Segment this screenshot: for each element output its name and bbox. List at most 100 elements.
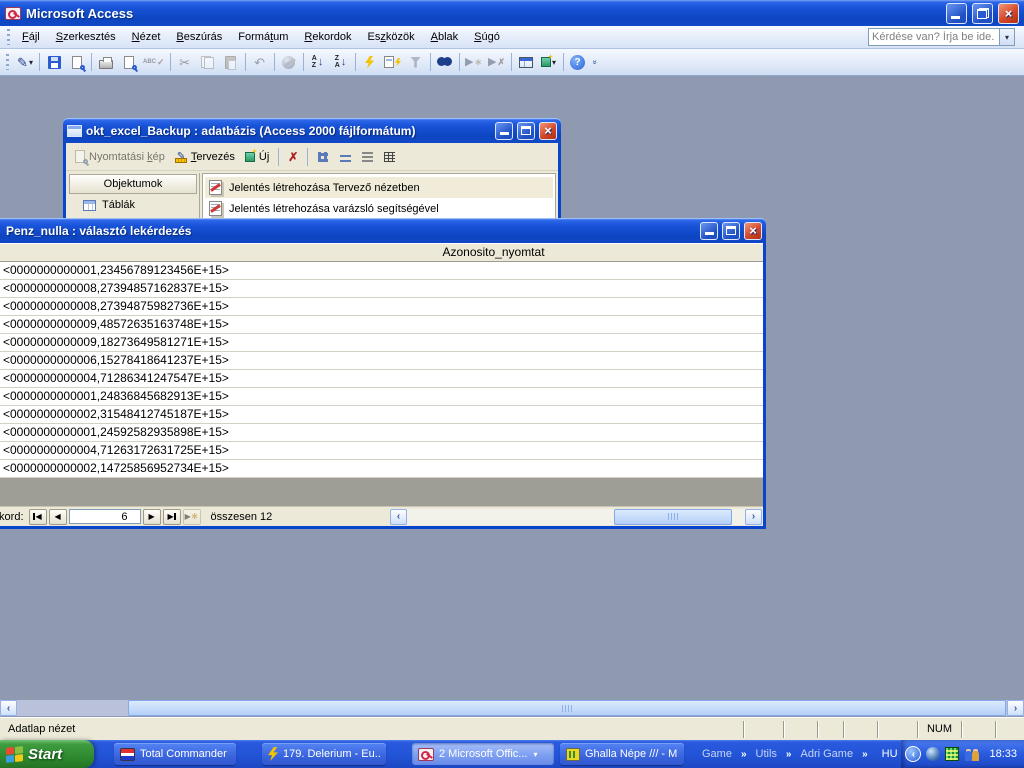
previous-record-button[interactable]: ◀ bbox=[49, 509, 67, 525]
current-record-input[interactable] bbox=[69, 509, 141, 524]
scroll-left-button[interactable]: ‹ bbox=[390, 509, 407, 525]
table-cell[interactable]: <0000000000004,71263172631725E+15> bbox=[0, 442, 766, 460]
taskbar-item-ghalla-nepe[interactable]: Ghalla Népe /// - M... bbox=[560, 743, 684, 765]
db-design-button[interactable]: ✎Tervezés bbox=[172, 149, 238, 165]
chevron-expand-icon[interactable]: » bbox=[786, 749, 792, 760]
table-cell[interactable]: <0000000000001,24592582935898E+15> bbox=[0, 424, 766, 442]
toolbar-separator bbox=[170, 53, 171, 71]
table-cell[interactable]: <0000000000002,14725856952734E+15> bbox=[0, 460, 766, 478]
sidebar-item-tables[interactable]: Táblák bbox=[69, 194, 197, 216]
details-view-button[interactable] bbox=[380, 148, 398, 166]
sort-ascending-button[interactable]: AZ↓ bbox=[307, 51, 329, 73]
print-icon bbox=[99, 60, 113, 69]
menu-view[interactable]: Nézet bbox=[124, 28, 169, 46]
scrollbar-thumb[interactable] bbox=[128, 700, 1006, 716]
scroll-right-button[interactable]: › bbox=[1007, 700, 1024, 716]
table-cell[interactable]: <0000000000006,15278418641237E+15> bbox=[0, 352, 766, 370]
toolbar-utils[interactable]: Utils bbox=[756, 748, 777, 760]
toolbar-game[interactable]: Game bbox=[702, 748, 732, 760]
table-cell[interactable]: <0000000000009,48572635163748E+15> bbox=[0, 316, 766, 334]
print-preview-button[interactable] bbox=[118, 51, 140, 73]
language-indicator[interactable]: HU bbox=[882, 748, 898, 760]
sort-descending-button[interactable]: ZA↓ bbox=[330, 51, 352, 73]
ask-dropdown-button[interactable]: ▾ bbox=[999, 29, 1014, 45]
query-minimize-button[interactable] bbox=[700, 222, 718, 240]
query-close-button[interactable]: × bbox=[744, 222, 762, 240]
query-maximize-button[interactable] bbox=[722, 222, 740, 240]
column-header-azonosito-nyomtat[interactable]: Azonosito_nyomtat bbox=[0, 243, 766, 262]
last-record-button[interactable]: ▶ bbox=[163, 509, 181, 525]
table-cell[interactable]: <0000000000002,31548412745187E+15> bbox=[0, 406, 766, 424]
help-button[interactable]: ? bbox=[567, 51, 589, 73]
restore-button[interactable] bbox=[972, 3, 993, 24]
menubar-grip[interactable] bbox=[7, 29, 10, 45]
close-button[interactable]: × bbox=[998, 3, 1019, 24]
previous-record-icon: ◀ bbox=[54, 512, 60, 521]
sort-ascending-icon: AZ bbox=[312, 55, 317, 69]
db-new-button[interactable]: Új bbox=[242, 149, 272, 165]
next-record-button[interactable]: ▶ bbox=[143, 509, 161, 525]
menu-window[interactable]: Ablak bbox=[423, 28, 467, 46]
menu-tools[interactable]: Eszközök bbox=[360, 28, 423, 46]
db-minimize-button[interactable] bbox=[495, 122, 513, 140]
toolbar-separator bbox=[245, 53, 246, 71]
table-cell[interactable]: <0000000000004,71286341247547E+15> bbox=[0, 370, 766, 388]
db-close-button[interactable]: × bbox=[539, 122, 557, 140]
start-button[interactable]: Start bbox=[0, 740, 94, 768]
database-window-titlebar[interactable]: okt_excel_Backup : adatbázis (Access 200… bbox=[63, 118, 561, 143]
file-search-button[interactable] bbox=[66, 51, 88, 73]
tray-messenger-icon[interactable] bbox=[964, 747, 980, 761]
save-button[interactable] bbox=[43, 51, 65, 73]
list-item-new-report-design[interactable]: Jelentés létrehozása Tervező nézetben bbox=[205, 177, 553, 198]
small-icons-view-button[interactable] bbox=[336, 148, 354, 166]
toolbar-separator bbox=[459, 53, 460, 71]
large-icons-view-button[interactable] bbox=[314, 148, 332, 166]
tray-app-icon[interactable] bbox=[945, 747, 959, 761]
database-window-button[interactable] bbox=[515, 51, 537, 73]
tray-collapse-icon[interactable]: ‹ bbox=[905, 746, 921, 762]
ask-a-question-input[interactable] bbox=[869, 30, 999, 45]
scrollbar-track[interactable] bbox=[407, 509, 745, 525]
taskbar-item-microsoft-office[interactable]: 2 Microsoft Offic... ▾ bbox=[412, 743, 554, 765]
menu-edit[interactable]: Szerkesztés bbox=[48, 28, 124, 46]
list-view-button[interactable] bbox=[358, 148, 376, 166]
table-cell[interactable]: <0000000000008,27394875982736E+15> bbox=[0, 298, 766, 316]
db-maximize-button[interactable] bbox=[517, 122, 535, 140]
scroll-right-button[interactable]: › bbox=[745, 509, 762, 525]
list-item-new-report-wizard[interactable]: Jelentés létrehozása varázsló segítségév… bbox=[205, 198, 553, 219]
menu-insert[interactable]: Beszúrás bbox=[168, 28, 230, 46]
table-cell[interactable]: <0000000000008,27394857162837E+15> bbox=[0, 280, 766, 298]
minimize-button[interactable] bbox=[946, 3, 967, 24]
menu-help[interactable]: Súgó bbox=[466, 28, 508, 46]
toolbar-separator bbox=[563, 53, 564, 71]
scroll-left-button[interactable]: ‹ bbox=[0, 700, 17, 716]
scrollbar-track[interactable] bbox=[17, 700, 1007, 716]
access-app-icon bbox=[418, 748, 434, 761]
find-button[interactable] bbox=[434, 51, 456, 73]
chevron-expand-icon[interactable]: » bbox=[741, 749, 747, 760]
table-cell[interactable]: <0000000000001,24836845682913E+15> bbox=[0, 388, 766, 406]
toolbar-grip[interactable] bbox=[6, 54, 9, 70]
query-window-titlebar[interactable]: Penz_nulla : választó lekérdezés × bbox=[0, 218, 766, 243]
taskbar-item-total-commander[interactable]: Total Commander ... bbox=[114, 743, 236, 765]
new-object-button[interactable]: ▾ bbox=[538, 51, 560, 73]
filter-by-selection-button[interactable] bbox=[359, 51, 381, 73]
table-cell[interactable]: <0000000000001,23456789123456E+15> bbox=[0, 262, 766, 280]
filter-by-form-button[interactable] bbox=[382, 51, 404, 73]
menu-format[interactable]: Formátum bbox=[230, 28, 296, 46]
toolbar-options-button[interactable]: » bbox=[592, 59, 596, 65]
objects-header-button[interactable]: Objektumok bbox=[69, 174, 197, 194]
menu-file[interactable]: Fájl bbox=[14, 28, 48, 46]
table-cell[interactable]: <0000000000009,18273649581271E+15> bbox=[0, 334, 766, 352]
scrollbar-thumb[interactable] bbox=[614, 509, 732, 525]
db-delete-button[interactable]: ✗ bbox=[285, 148, 301, 166]
toolbar-adri-game[interactable]: Adri Game bbox=[800, 748, 853, 760]
taskbar-item-winamp[interactable]: 179. Delerium - Eu... bbox=[262, 743, 386, 765]
menu-records[interactable]: Rekordok bbox=[296, 28, 359, 46]
first-record-button[interactable]: ◀ bbox=[29, 509, 47, 525]
app-titlebar[interactable]: Microsoft Access × bbox=[0, 0, 1024, 26]
view-design-button[interactable]: ✎▾ bbox=[14, 51, 36, 73]
print-button[interactable] bbox=[95, 51, 117, 73]
chevron-expand-icon[interactable]: » bbox=[862, 749, 868, 760]
tray-network-icon[interactable] bbox=[926, 747, 940, 761]
